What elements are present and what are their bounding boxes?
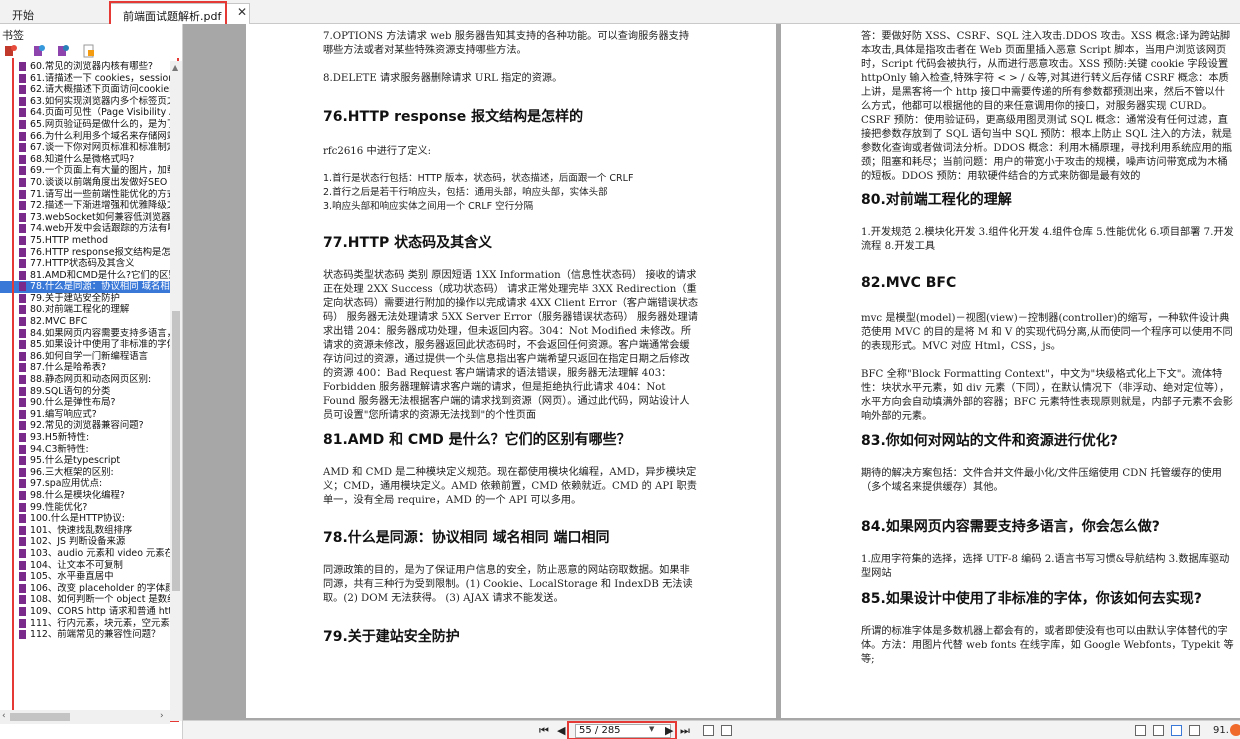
status-bar: ⏮ ◀ 55 / 285 ▼ ▶ ⏭ 91. bbox=[183, 720, 1240, 739]
heading-85: 85.如果设计中使用了非标准的字体，你该如何去实现? bbox=[861, 591, 1202, 607]
para-security: 答：要做好防 XSS、CSRF、SQL 注入攻击.DDOS 攻击。XSS 概念:… bbox=[861, 31, 1233, 182]
last-page-button[interactable]: ⏭ bbox=[680, 724, 690, 738]
outline-scroll-thumb[interactable] bbox=[172, 311, 180, 591]
heading-80: 80.对前端工程化的理解 bbox=[861, 192, 1012, 208]
zoom-indicator-icon[interactable] bbox=[1230, 724, 1240, 736]
tab-start[interactable]: 开始 bbox=[4, 4, 42, 24]
bookmark-panel-title: 书签 bbox=[2, 29, 24, 42]
tab-close-icon[interactable]: ✕ bbox=[237, 5, 247, 19]
document-viewer[interactable]: 7.OPTIONS 方法请求 web 服务器告知其支持的各种功能。可以查询服务器… bbox=[183, 24, 1240, 720]
outline-highlight-box bbox=[12, 58, 179, 722]
outline-horizontal-scrollbar[interactable]: ‹ › bbox=[0, 710, 170, 724]
bookmark-collapse-icon[interactable] bbox=[56, 44, 70, 58]
zoom-level[interactable]: 91. bbox=[1213, 725, 1229, 736]
single-page-view-icon[interactable] bbox=[1135, 725, 1146, 736]
para-mvc: mvc 是模型(model)－视图(view)－控制器(controller)的… bbox=[861, 313, 1233, 352]
page-dropdown-icon[interactable]: ▼ bbox=[649, 725, 654, 733]
bookmark-panel: 书签 60.常见的浏览器内核有哪些? 61.请描述一下 cookies，sessi… bbox=[0, 24, 183, 739]
para-delete: 8.DELETE 请求服务器删除请求 URL 指定的资源。 bbox=[323, 73, 563, 84]
two-page-view-icon[interactable] bbox=[1171, 725, 1182, 736]
tab-document[interactable]: 前端面试题解析.pdf bbox=[109, 1, 250, 29]
para-optimize: 期待的解决方案包括：文件合并文件最小化/文件压缩使用 CDN 托管缓存的使用（多… bbox=[861, 468, 1222, 493]
heading-78: 78.什么是同源：协议相同 域名相同 端口相同 bbox=[323, 530, 610, 546]
tab-bar: 开始 前端面试题解析.pdf ✕ bbox=[0, 0, 1240, 29]
bookmark-properties-icon[interactable] bbox=[82, 44, 96, 58]
para-response-3: 3.响应头部和响应实体之间用一个 CRLF 空行分隔 bbox=[323, 201, 534, 212]
para-status-codes: 状态码类型状态码 类别 原因短语 1XX Information（信息性状态码）… bbox=[323, 270, 699, 421]
scroll-up-icon[interactable]: ▲ bbox=[172, 63, 178, 72]
heading-79: 79.关于建站安全防护 bbox=[323, 629, 460, 645]
para-response-2: 2.首行之后是若干行响应头，包括：通用头部，响应头部，实体头部 bbox=[323, 187, 608, 198]
heading-83: 83.你如何对网站的文件和资源进行优化? bbox=[861, 433, 1118, 449]
pdf-page-left: 7.OPTIONS 方法请求 web 服务器告知其支持的各种功能。可以查询服务器… bbox=[246, 24, 776, 718]
heading-84: 84.如果网页内容需要支持多语言，你会怎么做? bbox=[861, 519, 1160, 535]
prev-page-button[interactable]: ◀ bbox=[557, 724, 565, 737]
first-page-button[interactable]: ⏮ bbox=[539, 724, 549, 738]
outline-hscroll-thumb[interactable] bbox=[10, 713, 70, 721]
scroll-right-icon[interactable]: › bbox=[160, 711, 164, 721]
bookmark-add-icon[interactable] bbox=[4, 44, 18, 58]
heading-76: 76.HTTP response 报文结构是怎样的 bbox=[323, 109, 584, 125]
para-options: 7.OPTIONS 方法请求 web 服务器告知其支持的各种功能。可以查询服务器… bbox=[323, 31, 690, 56]
heading-77: 77.HTTP 状态码及其含义 bbox=[323, 235, 493, 251]
para-multilang: 1.应用字符集的选择，选择 UTF-8 编码 2.语言书写习惯&导航结构 3.数… bbox=[861, 554, 1230, 579]
para-same-origin: 同源政策的目的，是为了保证用户信息的安全，防止恶意的网站窃取数据。如果非同源，共… bbox=[323, 565, 693, 604]
para-bfc: BFC 全称"Block Formatting Context"，中文为"块级格… bbox=[861, 369, 1233, 422]
prev-view-icon[interactable] bbox=[703, 725, 714, 736]
para-response-1: 1.首行是状态行包括：HTTP 版本，状态码，状态描述，后面跟一个 CRLF bbox=[323, 173, 634, 184]
pdf-page-right: 答：要做好防 XSS、CSRF、SQL 注入攻击.DDOS 攻击。XSS 概念:… bbox=[781, 24, 1240, 718]
continuous-view-icon[interactable] bbox=[1153, 725, 1164, 736]
two-page-continuous-view-icon[interactable] bbox=[1189, 725, 1200, 736]
para-fonts: 所谓的标准字体是多数机器上都会有的，或者即使没有也可以由默认字体替代的字体。方法… bbox=[861, 626, 1234, 665]
page-number-input[interactable]: 55 / 285 bbox=[575, 724, 671, 738]
para-engineering: 1.开发规范 2.模块化开发 3.组件化开发 4.组件仓库 5.性能优化 6.项… bbox=[861, 227, 1234, 252]
next-view-icon[interactable] bbox=[721, 725, 732, 736]
bookmark-expand-icon[interactable] bbox=[32, 44, 46, 58]
heading-82: 82.MVC BFC bbox=[861, 275, 957, 291]
next-page-button[interactable]: ▶ bbox=[665, 724, 673, 737]
heading-81: 81.AMD 和 CMD 是什么？它们的区别有哪些？ bbox=[323, 432, 631, 448]
para-rfc: rfc2616 中进行了定义: bbox=[323, 146, 432, 157]
scroll-left-icon[interactable]: ‹ bbox=[2, 711, 6, 721]
outline-vertical-scrollbar[interactable]: ▲ bbox=[170, 61, 182, 721]
para-amd-cmd: AMD 和 CMD 是二种模块定义规范。现在都使用模块化编程，AMD，异步模块定… bbox=[323, 467, 697, 506]
